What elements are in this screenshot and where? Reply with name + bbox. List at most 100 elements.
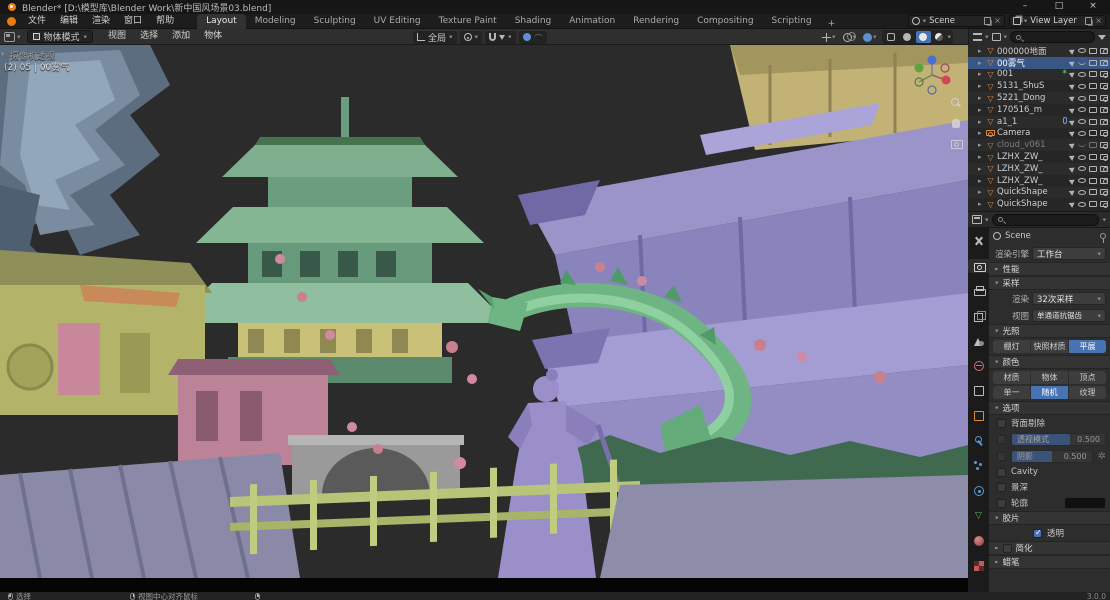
lighting-flat-button[interactable]: 平展	[1069, 340, 1106, 353]
tab-texture-paint[interactable]: Texture Paint	[430, 14, 506, 29]
viewport-disable-icon[interactable]	[1089, 118, 1097, 125]
new-scene-icon[interactable]	[984, 17, 992, 25]
outliner-filter-mode-icon[interactable]	[991, 33, 1001, 41]
view-layer-selector[interactable]: ▾ View Layer ×	[1008, 15, 1106, 27]
color-texture-button[interactable]: 纹理	[1069, 386, 1106, 399]
menu-help[interactable]: 帮助	[149, 14, 181, 29]
properties-search-input[interactable]	[991, 213, 1100, 226]
viewport-disable-icon[interactable]	[1089, 83, 1097, 90]
gear-icon[interactable]: ✲	[1098, 451, 1106, 462]
scene-canvas[interactable]	[0, 45, 968, 579]
render-disable-icon[interactable]	[1100, 201, 1108, 208]
render-disable-icon[interactable]	[1100, 165, 1108, 173]
shadow-slider[interactable]: 阴影 0.500	[1011, 450, 1093, 463]
lighting-studio-button[interactable]: 棚灯	[993, 340, 1030, 353]
snap-controls[interactable]: ▾	[485, 30, 516, 44]
selectable-icon[interactable]	[1068, 46, 1077, 55]
mode-selector[interactable]: 物体模式 ▾	[26, 30, 94, 43]
selectable-icon[interactable]	[1068, 94, 1077, 102]
eye-icon[interactable]	[1078, 166, 1086, 172]
outliner-row[interactable]: ▸ ▽ QuickShape	[968, 198, 1110, 210]
render-disable-icon[interactable]	[1100, 83, 1108, 90]
eye-closed-icon[interactable]	[1078, 143, 1086, 148]
pin-icon[interactable]	[1100, 233, 1106, 243]
viewport-disable-icon[interactable]	[1089, 165, 1097, 172]
panel-performance[interactable]: ▸ 性能	[989, 262, 1110, 276]
outliner-row[interactable]: ▸ ▽ a1_1	[968, 115, 1110, 128]
dof-checkbox[interactable]	[997, 482, 1006, 492]
sampling-render-dropdown[interactable]: 32次采样 ▾	[1032, 292, 1106, 305]
color-single-button[interactable]: 单一	[993, 386, 1030, 399]
backface-checkbox[interactable]	[997, 418, 1006, 428]
outliner-row[interactable]: ▸ ▽ QuickShape	[968, 186, 1110, 199]
tab-scene[interactable]	[968, 334, 989, 348]
render-disable-icon[interactable]	[1100, 95, 1108, 102]
panel-options[interactable]: ▾ 选项	[989, 401, 1110, 415]
outliner-search-input[interactable]	[1010, 31, 1095, 43]
scene-selector[interactable]: ▾ Scene ×	[907, 15, 1005, 27]
panel-sampling[interactable]: ▾ 采样	[989, 276, 1110, 290]
viewport-disable-icon[interactable]	[1089, 106, 1097, 113]
eye-icon[interactable]	[1078, 178, 1086, 184]
selectable-icon[interactable]	[1068, 164, 1077, 173]
cavity-checkbox[interactable]	[997, 467, 1006, 477]
outliner-row[interactable]: ▸ ▽ 5221_Dong	[968, 92, 1110, 104]
color-object-button[interactable]: 物体	[1031, 371, 1068, 384]
menu-file[interactable]: 文件	[21, 14, 53, 29]
add-workspace-button[interactable]: +	[821, 19, 843, 29]
tab-compositing[interactable]: Compositing	[688, 14, 762, 29]
viewport-disable-icon[interactable]	[1089, 142, 1097, 149]
tab-output[interactable]	[968, 284, 989, 298]
selectable-icon[interactable]	[1068, 117, 1077, 126]
eye-icon[interactable]	[1078, 71, 1086, 77]
viewport-disable-icon[interactable]	[1089, 95, 1097, 102]
menu-select[interactable]: 选择	[133, 29, 165, 44]
render-disable-icon[interactable]	[1100, 189, 1108, 196]
shading-solid-button[interactable]	[900, 31, 915, 43]
outliner-row[interactable]: ▸ ▽ LZHX_ZW_	[968, 151, 1110, 163]
tab-modifiers[interactable]	[968, 434, 989, 448]
shadow-checkbox[interactable]	[997, 452, 1006, 461]
blender-menu-icon[interactable]	[7, 16, 16, 26]
selectable-icon[interactable]	[1068, 200, 1077, 209]
outliner-row-camera[interactable]: ▸ Camera	[968, 128, 1110, 140]
eye-icon[interactable]	[1078, 201, 1086, 207]
lighting-matcap-button[interactable]: 快照材质	[1031, 340, 1068, 353]
viewport-disable-icon[interactable]	[1089, 47, 1097, 54]
eye-icon[interactable]	[1078, 95, 1086, 101]
viewport-disable-icon[interactable]	[1089, 201, 1097, 208]
selectable-icon[interactable]	[1068, 129, 1077, 138]
tab-rendering[interactable]: Rendering	[624, 14, 688, 29]
selectable-icon[interactable]	[1068, 82, 1077, 91]
eye-icon[interactable]	[1078, 130, 1086, 136]
tab-texture[interactable]	[968, 559, 989, 573]
close-button[interactable]: ×	[1076, 0, 1110, 14]
properties-editor-icon[interactable]	[972, 215, 982, 224]
viewport-disable-icon[interactable]	[1089, 71, 1097, 78]
outliner-display-mode-icon[interactable]	[973, 33, 982, 41]
outline-color-swatch[interactable]	[1064, 497, 1106, 509]
selectable-icon[interactable]	[1068, 105, 1077, 114]
editor-type-icon[interactable]	[4, 31, 15, 42]
show-overlays-toggle[interactable]: ▾	[841, 30, 859, 44]
menu-render[interactable]: 渲染	[85, 14, 117, 29]
tab-animation[interactable]: Animation	[560, 14, 624, 29]
outliner-row[interactable]: ▸ ▽ LZHX_ZW_	[968, 175, 1110, 187]
render-disable-icon[interactable]	[1100, 118, 1108, 126]
shading-material-button[interactable]	[915, 31, 931, 43]
render-disable-icon[interactable]	[1100, 59, 1108, 67]
tab-world[interactable]	[968, 359, 989, 373]
render-engine-dropdown[interactable]: 工作台 ▾	[1032, 247, 1106, 260]
eye-icon[interactable]	[1078, 48, 1086, 54]
outliner-row[interactable]: ▸ ▽ 000000地面	[968, 45, 1110, 57]
menu-view[interactable]: 视图	[101, 29, 133, 44]
tab-modeling[interactable]: Modeling	[246, 14, 305, 29]
sampling-viewport-dropdown[interactable]: 单通道抗锯齿 ▾	[1032, 309, 1106, 322]
viewport-disable-icon[interactable]	[1089, 59, 1097, 66]
xray-slider[interactable]: 透视模式 0.500	[1011, 433, 1106, 446]
panel-simplify[interactable]: ▸ 简化	[989, 541, 1110, 555]
eye-icon[interactable]	[1078, 119, 1086, 125]
menu-edit[interactable]: 编辑	[53, 14, 85, 29]
transparent-checkbox[interactable]	[1033, 528, 1042, 538]
color-random-button[interactable]: 随机	[1031, 386, 1068, 399]
